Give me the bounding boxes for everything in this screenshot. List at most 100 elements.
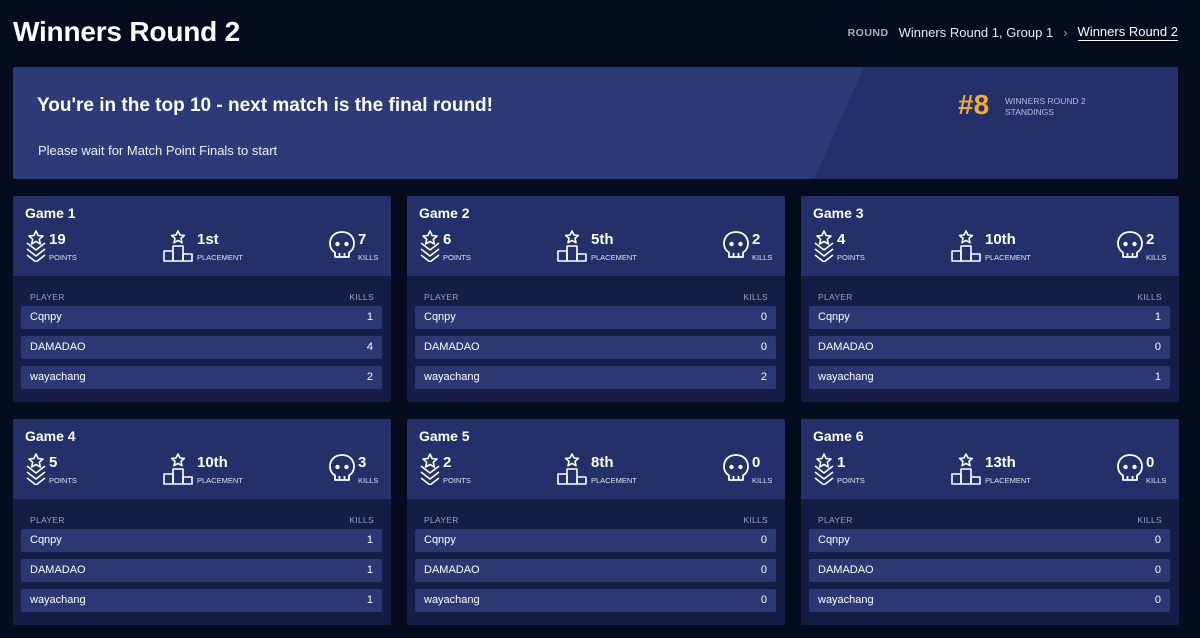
points-label: POINTS bbox=[443, 476, 471, 485]
game-title: Game 6 bbox=[813, 428, 864, 444]
points-stat: 2 POINTS bbox=[419, 453, 499, 487]
placement-label: PLACEMENT bbox=[985, 476, 1031, 485]
player-kills: 2 bbox=[366, 371, 373, 383]
player-column-header: PLAYER bbox=[818, 515, 853, 525]
kills-stat: 0 KILLS bbox=[1116, 453, 1176, 487]
game-card: Game 1 19 POINTS 1st PLACEMENT 7 KILLS P… bbox=[13, 196, 391, 402]
player-kills: 0 bbox=[1154, 341, 1161, 353]
player-column-header: PLAYER bbox=[424, 515, 459, 525]
banner-right-panel bbox=[814, 67, 1178, 179]
placement-value: 5th bbox=[591, 231, 614, 248]
points-value: 6 bbox=[443, 231, 452, 248]
game-title: Game 1 bbox=[25, 205, 76, 221]
player-name: wayachang bbox=[30, 594, 86, 606]
table-row: Cqnpy 0 bbox=[415, 306, 776, 329]
placement-stat: 8th PLACEMENT bbox=[557, 453, 657, 487]
points-label: POINTS bbox=[49, 476, 77, 485]
player-name: DAMADAO bbox=[818, 564, 874, 576]
game-card-header: Game 6 1 POINTS 13th PLACEMENT 0 KILLS bbox=[801, 419, 1179, 499]
table-row: DAMADAO 1 bbox=[21, 559, 382, 582]
kills-stat: 2 KILLS bbox=[1116, 230, 1176, 264]
table-row: wayachang 0 bbox=[809, 589, 1170, 612]
game-card-header: Game 3 4 POINTS 10th PLACEMENT 2 KILLS bbox=[801, 196, 1179, 276]
player-name: Cqnpy bbox=[818, 311, 850, 323]
player-kills: 2 bbox=[760, 371, 767, 383]
game-card-header: Game 4 5 POINTS 10th PLACEMENT 3 KILLS bbox=[13, 419, 391, 499]
kills-value: 3 bbox=[358, 454, 367, 471]
game-card: Game 2 6 POINTS 5th PLACEMENT 2 KILLS PL… bbox=[407, 196, 785, 402]
kills-value: 2 bbox=[752, 231, 761, 248]
player-name: wayachang bbox=[818, 594, 874, 606]
player-kills: 0 bbox=[760, 341, 767, 353]
player-kills: 0 bbox=[760, 534, 767, 546]
points-stat: 1 POINTS bbox=[813, 453, 893, 487]
points-label: POINTS bbox=[837, 253, 865, 262]
table-row: wayachang 2 bbox=[415, 366, 776, 389]
points-value: 1 bbox=[837, 454, 846, 471]
breadcrumb: ROUND Winners Round 1, Group 1 › Winners… bbox=[848, 24, 1178, 41]
player-kills: 4 bbox=[366, 341, 373, 353]
game-card: Game 4 5 POINTS 10th PLACEMENT 3 KILLS P… bbox=[13, 419, 391, 625]
placement-value: 10th bbox=[197, 454, 228, 471]
player-kills: 0 bbox=[760, 311, 767, 323]
game-card-header: Game 5 2 POINTS 8th PLACEMENT 0 KILLS bbox=[407, 419, 785, 499]
standing-label: WINNERS ROUND 2 STANDINGS bbox=[1005, 96, 1115, 118]
player-kills: 1 bbox=[366, 311, 373, 323]
kills-column-header: KILLS bbox=[743, 515, 768, 525]
player-name: wayachang bbox=[424, 371, 480, 383]
kills-label: KILLS bbox=[358, 476, 379, 485]
kills-stat: 3 KILLS bbox=[328, 453, 388, 487]
kills-stat: 2 KILLS bbox=[722, 230, 782, 264]
player-name: wayachang bbox=[30, 371, 86, 383]
kills-value: 0 bbox=[1146, 454, 1155, 471]
table-row: wayachang 0 bbox=[415, 589, 776, 612]
game-card-header: Game 1 19 POINTS 1st PLACEMENT 7 KILLS bbox=[13, 196, 391, 276]
placement-label: PLACEMENT bbox=[591, 253, 637, 262]
breadcrumb-link-round1-group1[interactable]: Winners Round 1, Group 1 bbox=[899, 25, 1054, 40]
game-card: Game 5 2 POINTS 8th PLACEMENT 0 KILLS PL… bbox=[407, 419, 785, 625]
breadcrumb-label: ROUND bbox=[847, 26, 889, 39]
kills-column-header: KILLS bbox=[1137, 292, 1162, 302]
game-card: Game 3 4 POINTS 10th PLACEMENT 2 KILLS P… bbox=[801, 196, 1179, 402]
placement-stat: 5th PLACEMENT bbox=[557, 230, 657, 264]
standing-label-line2: STANDINGS bbox=[1005, 107, 1054, 117]
table-row: Cqnpy 1 bbox=[21, 529, 382, 552]
player-kills: 0 bbox=[760, 594, 767, 606]
player-name: DAMADAO bbox=[424, 341, 480, 353]
player-name: Cqnpy bbox=[818, 534, 850, 546]
game-card: Game 6 1 POINTS 13th PLACEMENT 0 KILLS P… bbox=[801, 419, 1179, 625]
kills-label: KILLS bbox=[752, 253, 773, 262]
player-kills: 0 bbox=[1154, 564, 1161, 576]
player-kills: 0 bbox=[760, 564, 767, 576]
player-name: Cqnpy bbox=[424, 311, 456, 323]
table-row: DAMADAO 0 bbox=[415, 559, 776, 582]
game-title: Game 5 bbox=[419, 428, 470, 444]
breadcrumb-current[interactable]: Winners Round 2 bbox=[1077, 24, 1178, 41]
table-row: Cqnpy 0 bbox=[415, 529, 776, 552]
table-row: Cqnpy 1 bbox=[21, 306, 382, 329]
player-name: Cqnpy bbox=[424, 534, 456, 546]
game-card-header: Game 2 6 POINTS 5th PLACEMENT 2 KILLS bbox=[407, 196, 785, 276]
points-label: POINTS bbox=[49, 253, 77, 262]
player-name: DAMADAO bbox=[30, 564, 86, 576]
player-column-header: PLAYER bbox=[818, 292, 853, 302]
kills-label: KILLS bbox=[752, 476, 773, 485]
player-column-header: PLAYER bbox=[30, 292, 65, 302]
player-kills: 0 bbox=[1154, 594, 1161, 606]
kills-column-header: KILLS bbox=[349, 292, 374, 302]
kills-stat: 7 KILLS bbox=[328, 230, 388, 264]
table-row: Cqnpy 1 bbox=[809, 306, 1170, 329]
table-row: DAMADAO 0 bbox=[809, 559, 1170, 582]
placement-stat: 10th PLACEMENT bbox=[951, 230, 1051, 264]
placement-value: 13th bbox=[985, 454, 1016, 471]
placement-label: PLACEMENT bbox=[197, 253, 243, 262]
player-kills: 1 bbox=[1154, 311, 1161, 323]
table-row: Cqnpy 0 bbox=[809, 529, 1170, 552]
kills-label: KILLS bbox=[358, 253, 379, 262]
points-value: 2 bbox=[443, 454, 452, 471]
player-kills: 1 bbox=[1154, 371, 1161, 383]
table-row: DAMADAO 0 bbox=[809, 336, 1170, 359]
player-kills: 1 bbox=[366, 534, 373, 546]
chevron-right-icon: › bbox=[1063, 25, 1068, 40]
player-name: DAMADAO bbox=[30, 341, 86, 353]
